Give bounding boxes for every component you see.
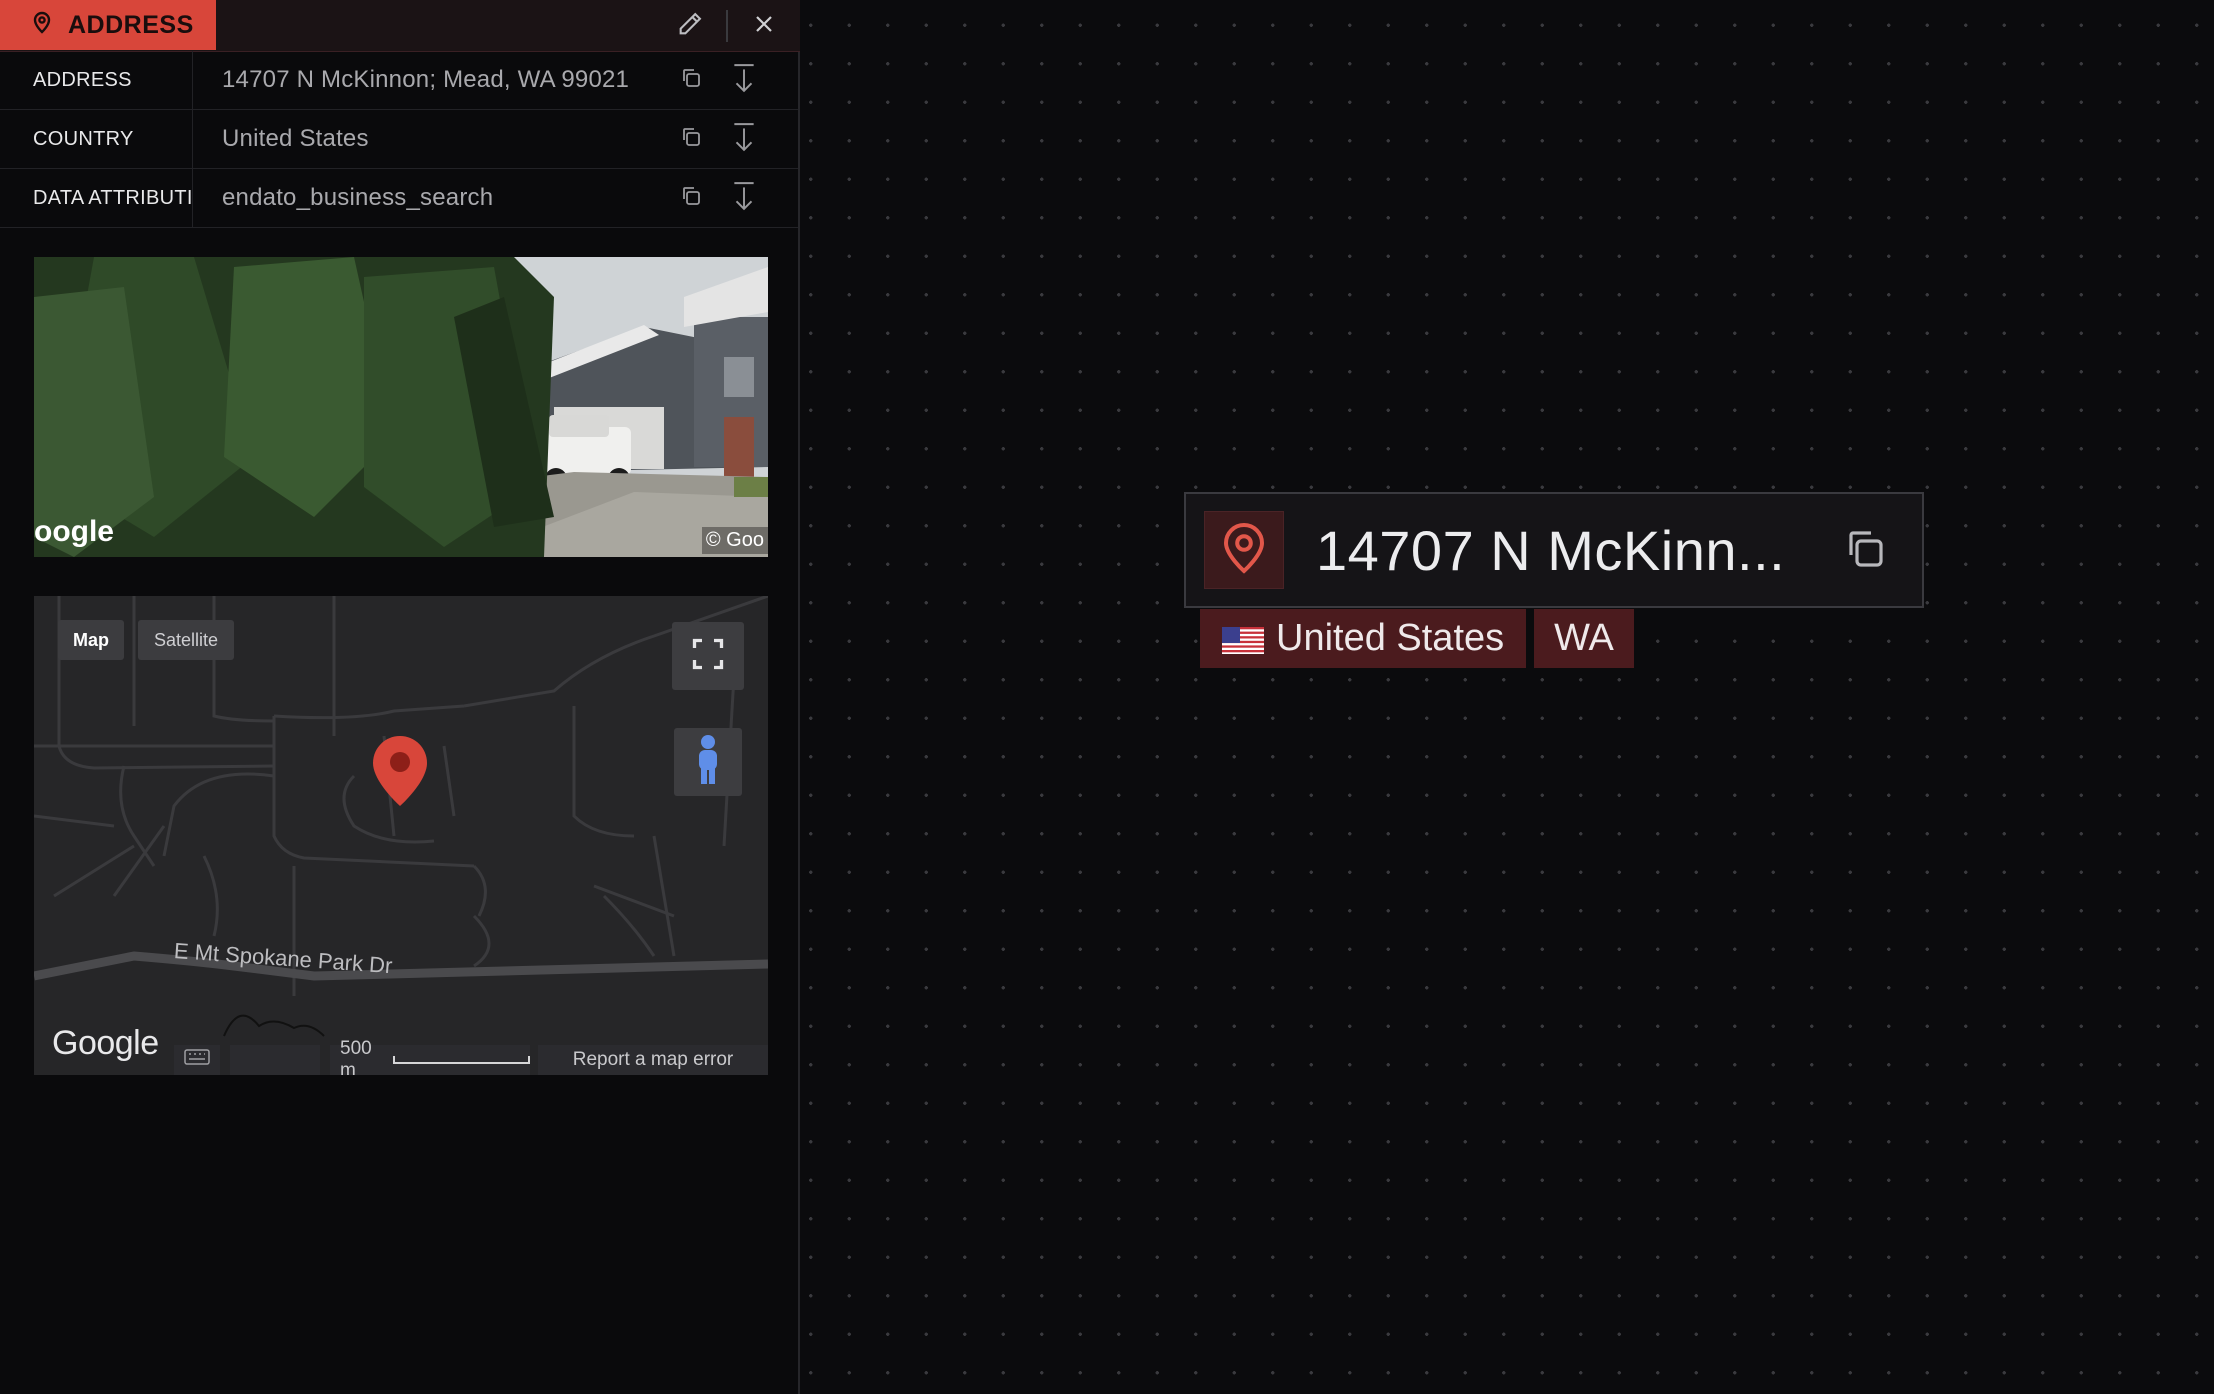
google-logo: Google [52,1024,159,1062]
node-tag-country: United States [1200,609,1526,668]
location-map[interactable]: Map Satellite E Mt Spokane Park Dr Googl… [34,596,768,1075]
close-button[interactable] [747,9,781,43]
street-view-image[interactable]: oogle © Goo [34,257,768,557]
property-key: DATA ATTRIBUTI [0,169,193,227]
map-scale-bar [393,1056,530,1064]
header-divider [726,10,728,42]
property-value: 14707 N McKinnon; Mead, WA 99021 [222,66,630,93]
keyboard-shortcuts-button[interactable] [174,1045,220,1075]
download-icon [731,63,757,98]
node-type-badge [1204,511,1284,589]
address-node[interactable]: 14707 N McKinn... [1184,492,1924,608]
download-button[interactable] [728,122,760,157]
property-row-data-attribution: DATA ATTRIBUTI endato_business_search [0,169,798,228]
satellite-view-button[interactable]: Satellite [138,620,234,660]
pencil-icon [676,10,704,43]
copy-button[interactable] [675,182,707,214]
node-copy-button[interactable] [1840,526,1890,576]
entity-type-tab[interactable]: ADDRESS [0,0,216,50]
fullscreen-button[interactable] [672,622,744,690]
location-pin-icon [30,10,54,41]
property-row-address: ADDRESS 14707 N McKinnon; Mead, WA 99021 [0,51,798,110]
copy-icon [1841,525,1889,578]
property-key: COUNTRY [0,110,193,168]
panel-header: ADDRESS [0,0,800,52]
map-marker [373,736,427,806]
pegman-icon [693,734,723,791]
map-scale-label: 500 m [340,1038,372,1075]
copy-icon [679,66,703,95]
tag-label: WA [1554,617,1614,659]
property-row-country: COUNTRY United States [0,110,798,169]
download-button[interactable] [728,181,760,216]
copy-icon [679,184,703,213]
entity-detail-panel: ADDRESS ADDRESS 14707 N McKinnon; Mead, … [0,0,800,1394]
download-button[interactable] [728,63,760,98]
copy-button[interactable] [675,64,707,96]
graph-canvas[interactable]: 14707 N McKinn... United States WA [800,0,2214,1394]
copy-button[interactable] [675,123,707,155]
location-pin-icon [1220,521,1268,580]
node-title: 14707 N McKinn... [1316,519,1786,582]
close-icon [752,12,776,41]
download-icon [731,181,757,216]
map-attribution [230,1045,320,1075]
map-roads [34,596,768,1037]
copy-icon [679,125,703,154]
keyboard-icon [184,1049,210,1071]
street-view-pegman-button[interactable] [674,728,742,796]
node-tag-state: WA [1534,609,1634,668]
street-view-watermark: oogle [34,515,114,548]
property-key: ADDRESS [0,51,193,109]
map-scale: 500 m [330,1038,530,1075]
street-view-copyright: © Goo [701,527,768,554]
property-value: United States [222,125,369,152]
map-view-button[interactable]: Map [58,620,124,660]
fullscreen-icon [690,636,726,677]
us-flag-icon [1222,624,1264,654]
edit-button[interactable] [673,9,707,43]
entity-type-label: ADDRESS [68,10,194,39]
download-icon [731,122,757,157]
tag-label: United States [1276,617,1505,659]
report-map-error-link[interactable]: Report a map error [538,1045,768,1075]
property-value: endato_business_search [222,184,494,211]
street-view-scene [34,257,768,557]
